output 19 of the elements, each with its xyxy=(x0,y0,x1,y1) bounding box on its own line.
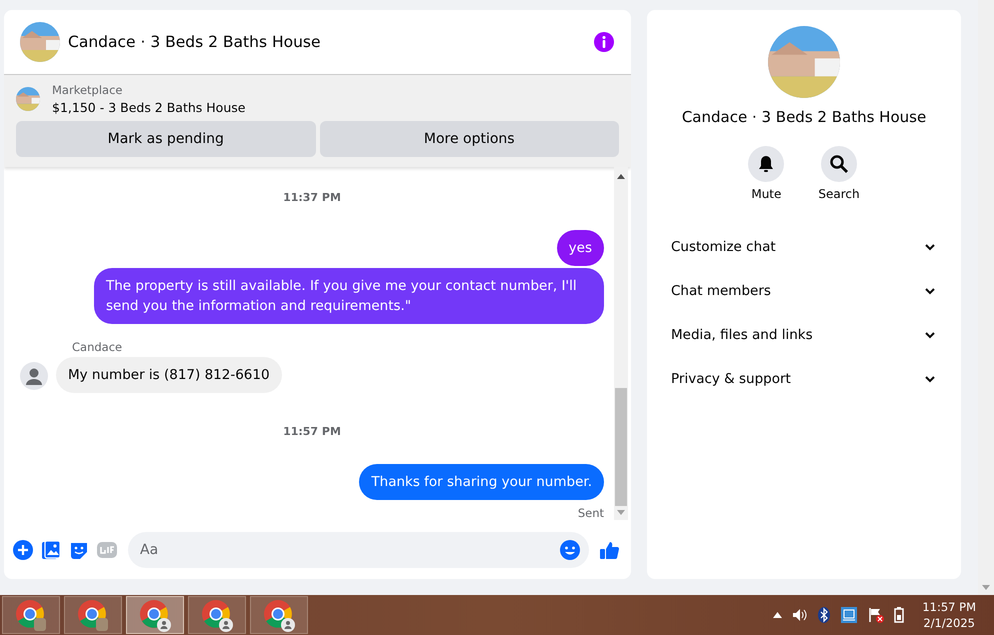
sent-message: The property is still available. If you give me your contact number, I'll send you the information and requirements." xyxy=(94,268,604,324)
clock-date[interactable]: 2/1/2025 xyxy=(923,616,975,630)
received-message: My number is (817) 812-6610 xyxy=(56,357,282,393)
conversation-title: Candace · 3 Beds 2 Baths House xyxy=(682,108,926,126)
action-label: Search xyxy=(818,187,860,201)
chat-title: Candace · 3 Beds 2 Baths House xyxy=(68,33,322,51)
listing-source: Marketplace xyxy=(52,83,124,97)
listing-action-button[interactable]: Mark as pending xyxy=(16,121,316,157)
sent-message: Thanks for sharing your number. xyxy=(359,464,604,500)
sent-message: yes xyxy=(556,230,604,266)
timestamp: 11:37 PM xyxy=(283,191,341,204)
listing-action-button[interactable]: More options xyxy=(320,121,619,157)
action-label: Mute xyxy=(751,187,782,201)
delivery-status: Sent xyxy=(578,506,604,520)
message-field[interactable]: Aa xyxy=(128,532,589,568)
clock-time[interactable]: 11:57 PM xyxy=(922,600,976,614)
timestamp: 11:57 PM xyxy=(283,425,341,438)
sender-name: Candace xyxy=(72,340,124,354)
listing-summary: $1,150 - 3 Beds 2 Baths House xyxy=(52,100,246,115)
